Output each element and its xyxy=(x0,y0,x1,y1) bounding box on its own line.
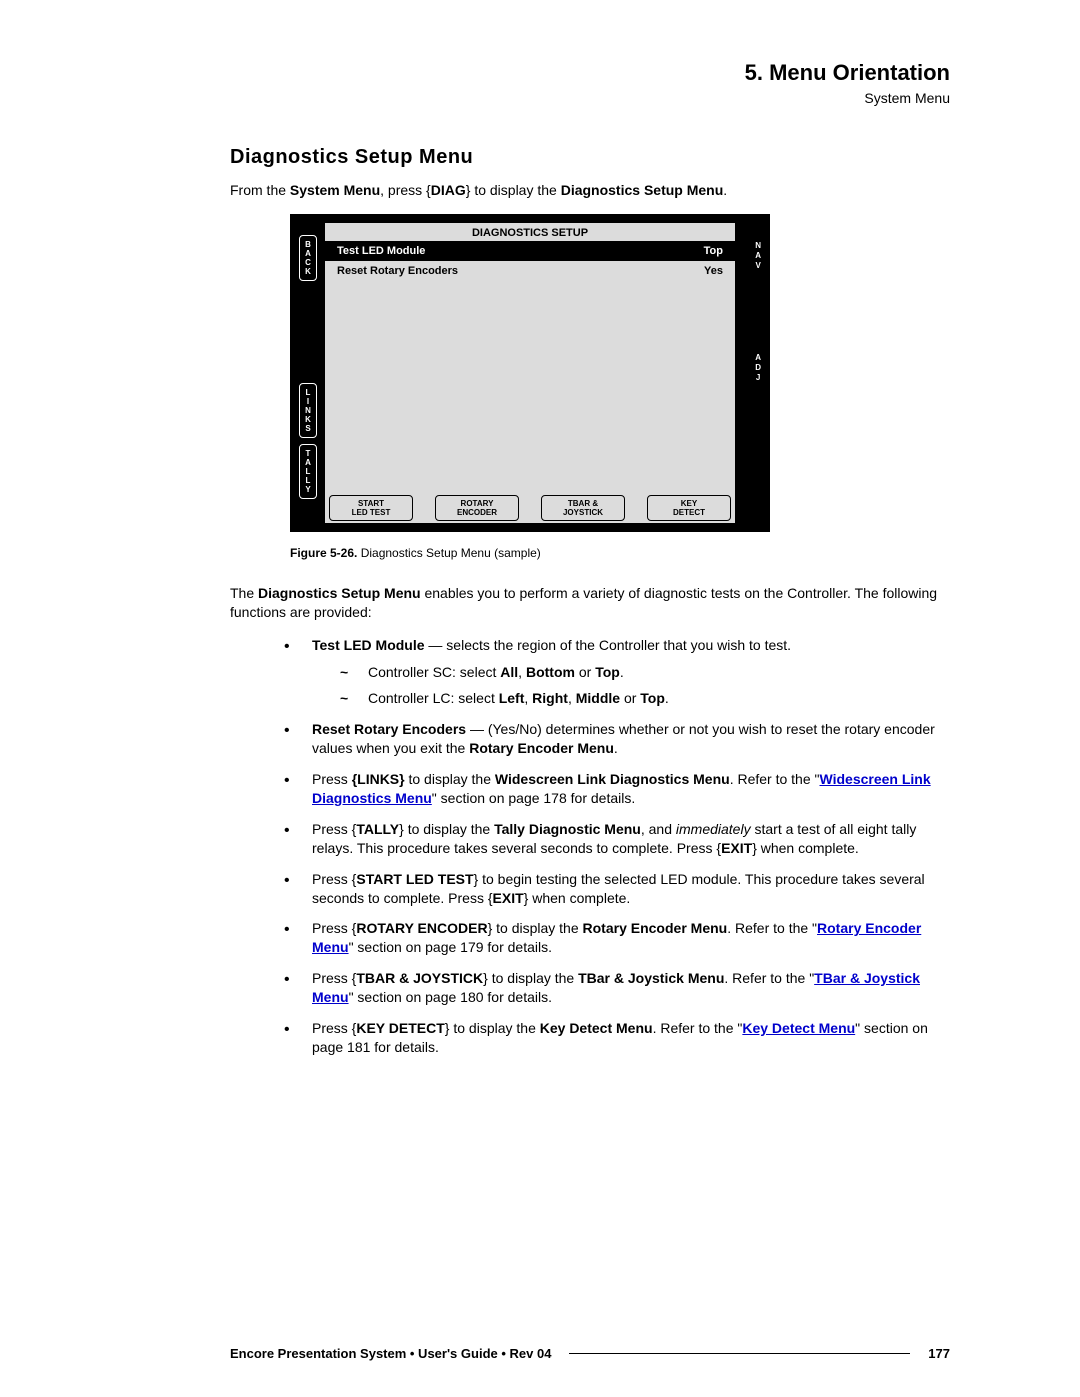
page-number: 177 xyxy=(928,1346,950,1361)
page-footer: Encore Presentation System • User's Guid… xyxy=(230,1346,950,1361)
row-value: Top xyxy=(704,245,723,257)
bullet-list: Test LED Module — selects the region of … xyxy=(284,636,950,1057)
nav-label: NAV xyxy=(755,241,761,271)
row-label: Test LED Module xyxy=(337,245,425,257)
device-figure: BACK LINKS TALLY NAV ADJ DIAGNOSTICS SET… xyxy=(290,214,770,532)
right-softkeys: NAV ADJ xyxy=(755,241,761,383)
list-item: Controller LC: select Left, Right, Middl… xyxy=(340,689,950,708)
list-item: Press {ROTARY ENCODER} to display the Ro… xyxy=(284,919,950,957)
sub-list: Controller SC: select All, Bottom or Top… xyxy=(340,663,950,709)
breadcrumb: System Menu xyxy=(230,90,950,106)
key-detect-link[interactable]: Key Detect Menu xyxy=(742,1020,855,1036)
section-title: Diagnostics Setup Menu xyxy=(230,146,950,169)
links-button[interactable]: LINKS xyxy=(299,383,317,438)
back-button[interactable]: BACK xyxy=(299,235,317,281)
screen-title: DIAGNOSTICS SETUP xyxy=(325,223,735,241)
key-detect-button[interactable]: KEYDETECT xyxy=(647,495,731,521)
intro-paragraph: From the System Menu, press {DIAG} to di… xyxy=(230,181,950,200)
start-led-test-button[interactable]: STARTLED TEST xyxy=(329,495,413,521)
tbar-joystick-button[interactable]: TBAR &JOYSTICK xyxy=(541,495,625,521)
left-softkeys: BACK LINKS TALLY xyxy=(299,235,317,499)
chapter-title: 5. Menu Orientation xyxy=(230,60,950,86)
footer-rule xyxy=(569,1353,910,1354)
rotary-encoder-button[interactable]: ROTARYENCODER xyxy=(435,495,519,521)
description-paragraph: The Diagnostics Setup Menu enables you t… xyxy=(230,584,950,622)
tally-button[interactable]: TALLY xyxy=(299,444,317,499)
device-screen: DIAGNOSTICS SETUP Test LED Module Top Re… xyxy=(325,223,735,523)
list-item: Press {START LED TEST} to begin testing … xyxy=(284,870,950,908)
list-item: Press {LINKS} to display the Widescreen … xyxy=(284,770,950,808)
list-item: Test LED Module — selects the region of … xyxy=(284,636,950,709)
row-label: Reset Rotary Encoders xyxy=(337,265,458,277)
list-item: Press {TALLY} to display the Tally Diagn… xyxy=(284,820,950,858)
list-item: Press {KEY DETECT} to display the Key De… xyxy=(284,1019,950,1057)
list-item: Controller SC: select All, Bottom or Top… xyxy=(340,663,950,682)
figure-caption: Figure 5-26. Diagnostics Setup Menu (sam… xyxy=(290,546,950,560)
bottom-softkeys: STARTLED TEST ROTARYENCODER TBAR &JOYSTI… xyxy=(325,489,735,523)
list-item: Press {TBAR & JOYSTICK} to display the T… xyxy=(284,969,950,1007)
page-content: 5. Menu Orientation System Menu Diagnost… xyxy=(230,60,950,1069)
adj-label: ADJ xyxy=(755,353,761,383)
menu-row[interactable]: Reset Rotary Encoders Yes xyxy=(325,261,735,281)
footer-title: Encore Presentation System • User's Guid… xyxy=(230,1346,551,1361)
menu-row-selected[interactable]: Test LED Module Top xyxy=(325,241,735,261)
row-value: Yes xyxy=(704,265,723,277)
page-header: 5. Menu Orientation System Menu xyxy=(230,60,950,106)
list-item: Reset Rotary Encoders — (Yes/No) determi… xyxy=(284,720,950,758)
